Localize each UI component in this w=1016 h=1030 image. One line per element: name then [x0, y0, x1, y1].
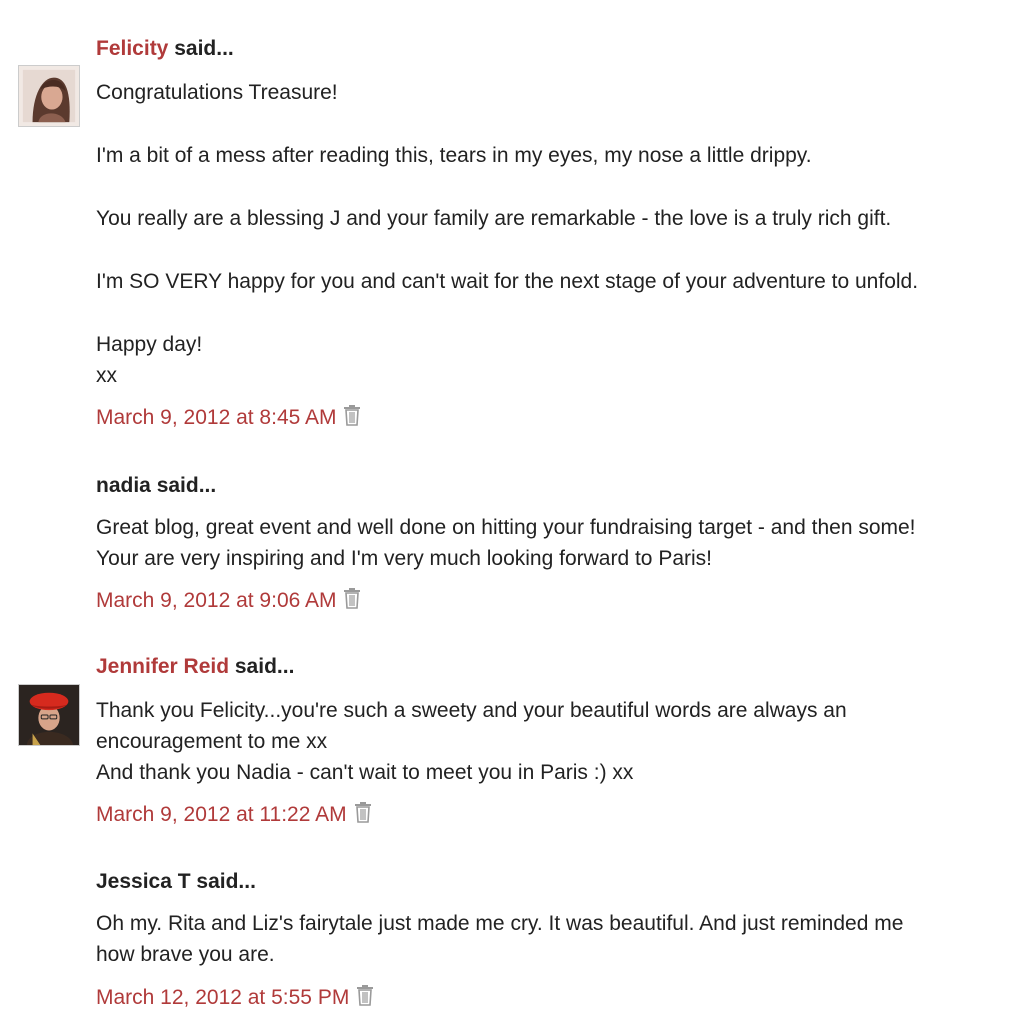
comment-timestamp-link[interactable]: March 12, 2012 at 5:55 PM [96, 986, 349, 1009]
comment-author-name: Jessica T [96, 870, 191, 893]
comment-said-label: said... [150, 474, 217, 497]
trash-icon[interactable] [342, 587, 362, 609]
comment-said-label: said... [190, 870, 256, 893]
comment-author-line: Felicity said... [96, 37, 234, 61]
comment-text: xx [96, 364, 117, 387]
comment-text: I'm SO VERY happy for you and can't wait… [96, 270, 919, 293]
comment-text: And thank you Nadia - can't wait to meet… [96, 761, 634, 784]
comment-footer: March 12, 2012 at 5:55 PM [96, 984, 375, 1011]
comment-timestamp-link[interactable]: March 9, 2012 at 9:06 AM [96, 589, 336, 612]
comment-author-line: nadia said... [96, 474, 216, 498]
comment-body: Great blog, great event and well done on… [96, 512, 996, 574]
comment-timestamp-link[interactable]: March 9, 2012 at 8:45 AM [96, 406, 336, 429]
trash-icon[interactable] [353, 801, 373, 823]
comment-footer: March 9, 2012 at 11:22 AM [96, 801, 373, 828]
comment-body: Thank you Felicity...you're such a sweet… [96, 695, 996, 788]
comment-text: You really are a blessing J and your fam… [96, 207, 892, 230]
trash-icon[interactable] [355, 984, 375, 1006]
comment-author-line: Jennifer Reid said... [96, 655, 294, 679]
comment-text: Oh my. Rita and Liz's fairytale just mad… [96, 912, 904, 935]
comment-timestamp-link[interactable]: March 9, 2012 at 11:22 AM [96, 803, 347, 826]
comment-author-link[interactable]: Felicity [96, 37, 168, 60]
comment-said-label: said... [168, 37, 234, 60]
comment-text: Congratulations Treasure! [96, 81, 338, 104]
avatar-photo-red-beret [19, 685, 79, 745]
comment-text: Happy day! [96, 333, 203, 356]
comment-said-label: said... [229, 655, 295, 678]
comment-footer: March 9, 2012 at 8:45 AM [96, 404, 362, 431]
comment-author-line: Jessica T said... [96, 870, 256, 894]
comment-body: Congratulations Treasure! I'm a bit of a… [96, 77, 996, 391]
trash-icon[interactable] [342, 404, 362, 426]
comment-text: Great blog, great event and well done on… [96, 516, 916, 539]
avatar-photo-woman [19, 66, 79, 126]
avatar[interactable] [18, 684, 80, 746]
avatar[interactable] [18, 65, 80, 127]
comment-author-link[interactable]: Jennifer Reid [96, 655, 229, 678]
comment-text: how brave you are. [96, 943, 275, 966]
comment-text: Thank you Felicity...you're such a sweet… [96, 699, 847, 722]
comment-text: encouragement to me xx [96, 730, 328, 753]
comment-footer: March 9, 2012 at 9:06 AM [96, 587, 362, 614]
comment-author-name: nadia [96, 474, 151, 497]
comment-body: Oh my. Rita and Liz's fairytale just mad… [96, 908, 996, 970]
comment-text: Your are very inspiring and I'm very muc… [96, 547, 713, 570]
comment-text: I'm a bit of a mess after reading this, … [96, 144, 812, 167]
